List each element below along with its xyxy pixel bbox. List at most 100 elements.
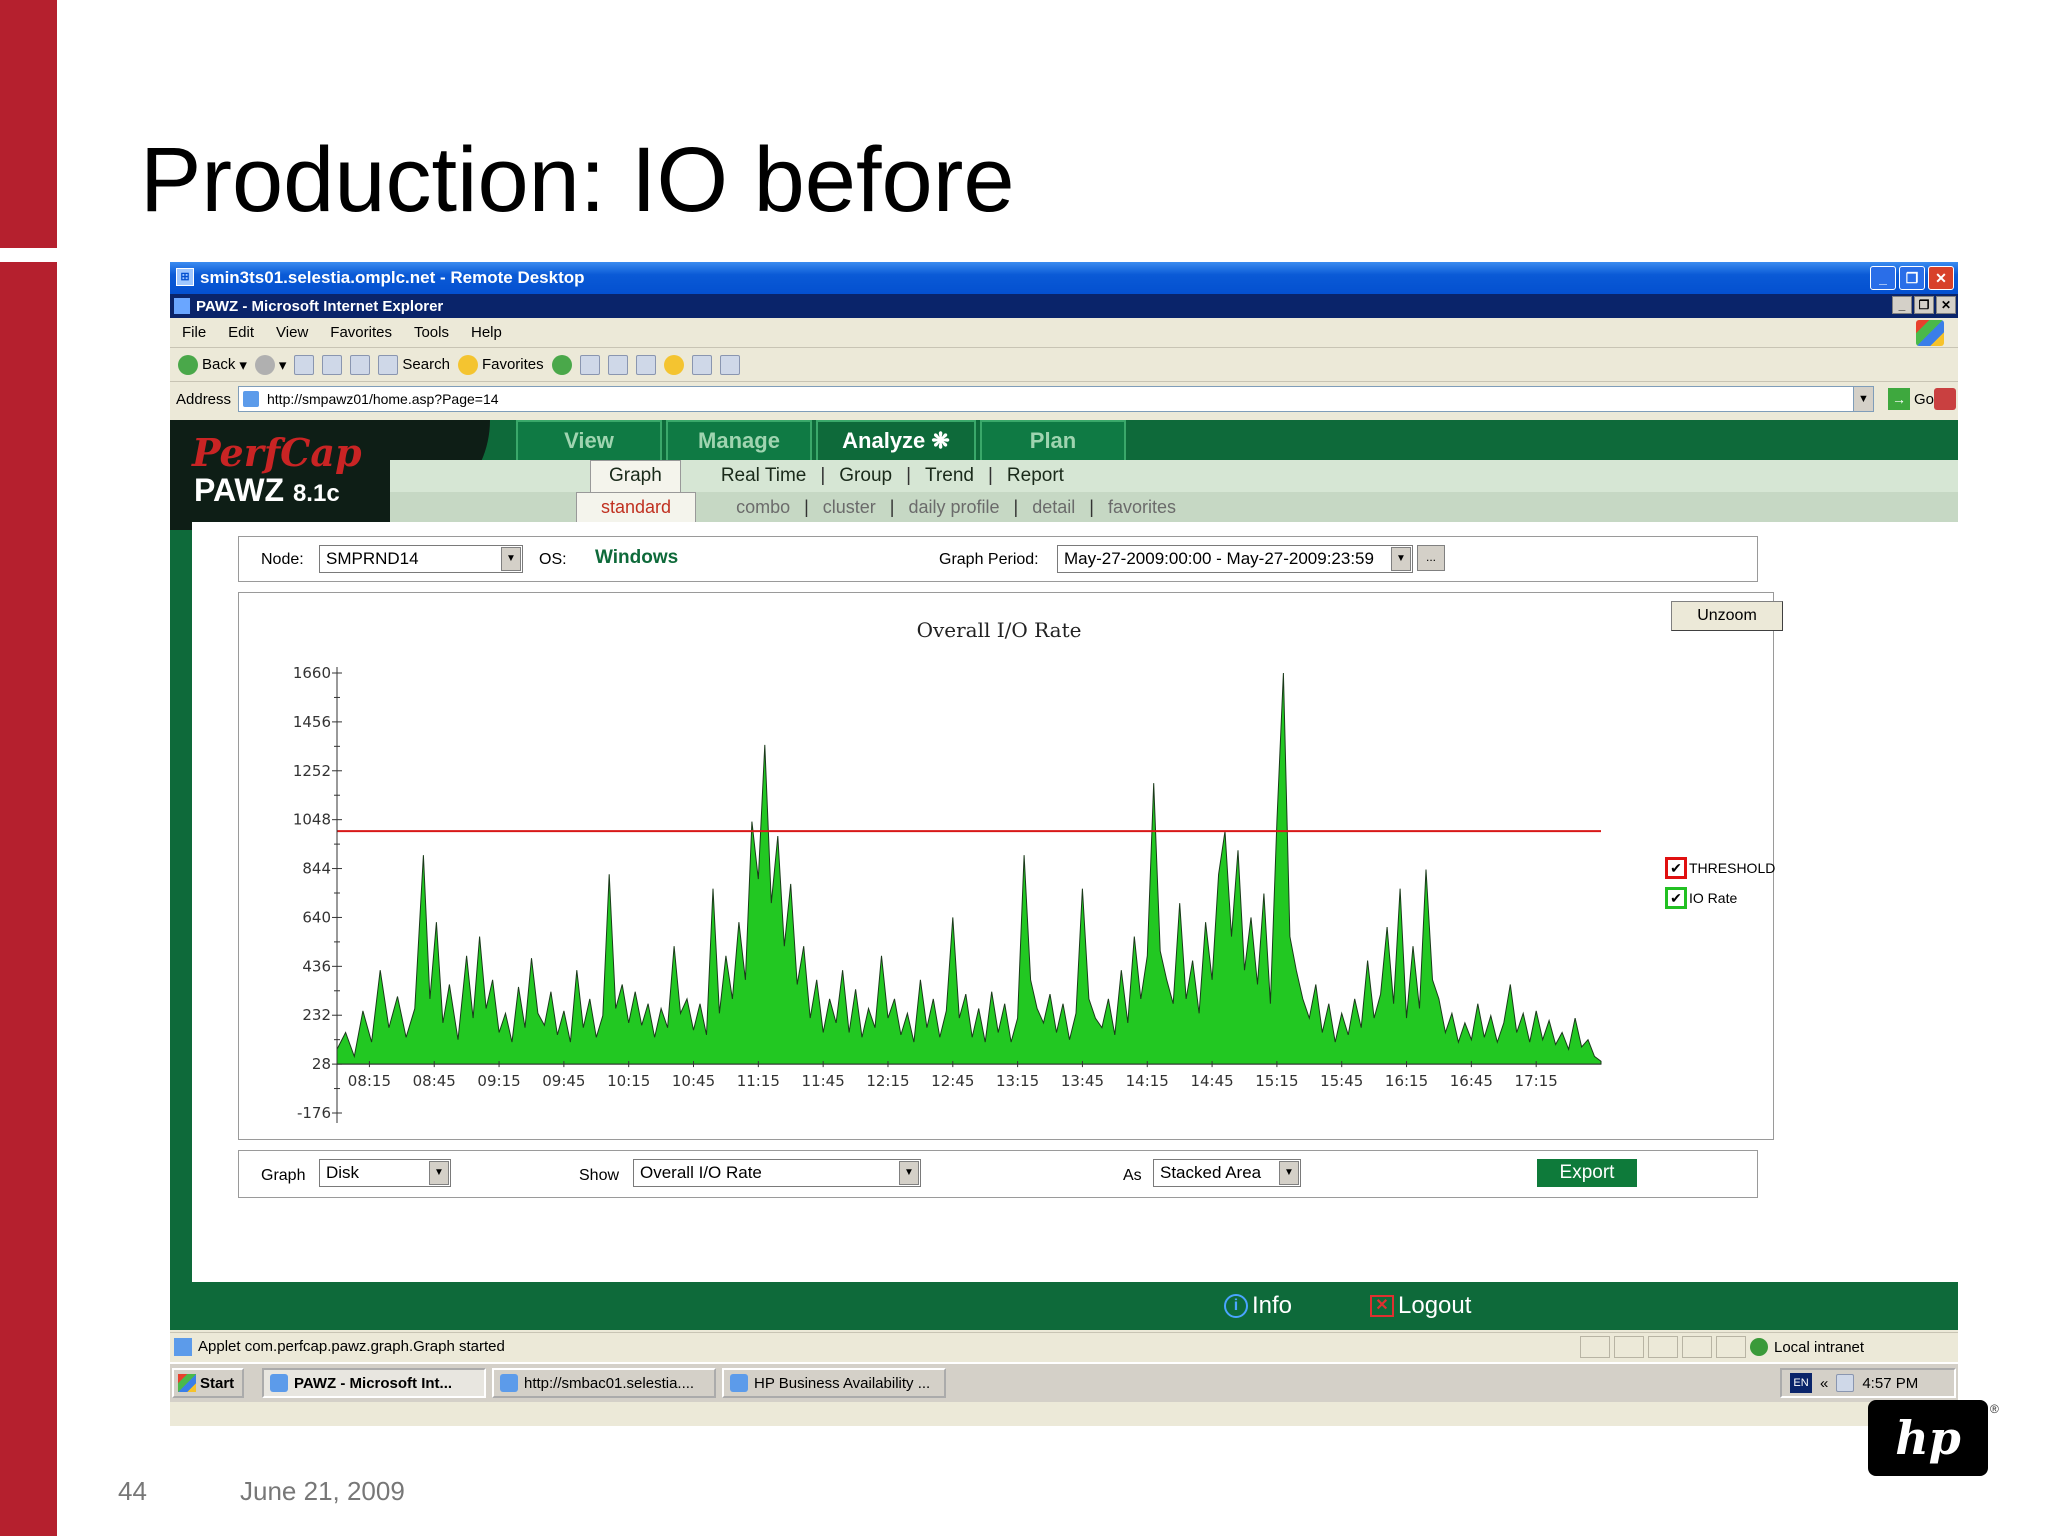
as-select[interactable]: Stacked Area ▼ <box>1153 1159 1301 1187</box>
menu-edit[interactable]: Edit <box>228 324 254 341</box>
subtab-real-time[interactable]: Real Time <box>681 465 821 487</box>
messenger-icon[interactable] <box>719 354 740 375</box>
x-tick-label: 09:15 <box>477 1072 520 1090</box>
ie-minimize-button[interactable]: _ <box>1892 296 1912 314</box>
slide-red-bar-bottom <box>0 262 57 1536</box>
go-button[interactable]: → Go <box>1888 388 1934 410</box>
node-select[interactable]: SMPRND14 ▼ <box>319 545 523 573</box>
forward-dropdown-icon[interactable]: ▾ <box>279 356 287 374</box>
subtab-group[interactable]: Group <box>825 465 906 487</box>
graph-type-select[interactable]: Disk ▼ <box>319 1159 451 1187</box>
io-rate-chart[interactable]: Overall I/O Rate 1660 1456 1252 1048 844 640 43… <box>239 593 1775 1141</box>
remote-desktop-titlebar[interactable]: ⊞ smin3ts01.selestia.omplc.net - Remote … <box>170 262 1958 294</box>
remote-desktop-title: smin3ts01.selestia.omplc.net - Remote De… <box>200 268 585 287</box>
subtab-graph[interactable]: Graph <box>590 460 681 492</box>
ie-icon <box>174 298 190 314</box>
io-rate-checkbox[interactable]: ✔ <box>1665 887 1687 909</box>
intranet-icon <box>1750 1338 1768 1356</box>
legend-threshold-label: THRESHOLD <box>1689 860 1776 876</box>
minimize-button[interactable]: _ <box>1870 266 1896 290</box>
graph-period-more-button[interactable]: ... <box>1417 545 1445 571</box>
menu-file[interactable]: File <box>182 324 206 341</box>
subtab-trend[interactable]: Trend <box>911 465 988 487</box>
status-cell <box>1682 1336 1712 1358</box>
restore-button[interactable]: ❐ <box>1899 266 1925 290</box>
slide-date: June 21, 2009 <box>240 1476 405 1506</box>
x-tick-label: 16:45 <box>1450 1072 1493 1090</box>
logout-link[interactable]: ✕ Logout <box>1370 1292 1471 1320</box>
favorites-button[interactable]: Favorites <box>457 354 544 375</box>
subsubtab-favorites[interactable]: favorites <box>1094 497 1190 518</box>
subsubtab-cluster[interactable]: cluster <box>809 497 890 518</box>
search-button[interactable]: Search <box>378 354 450 375</box>
x-tick-label: 08:15 <box>348 1072 391 1090</box>
subsubtab-daily-profile[interactable]: daily profile <box>894 497 1013 518</box>
close-button[interactable]: ✕ <box>1928 266 1954 290</box>
graph-options-bar: Graph Disk ▼ Show Overall I/O Rate ▼ As … <box>238 1150 1758 1198</box>
legend-io-rate[interactable]: ✔ IO Rate <box>1665 883 1775 913</box>
slide: Production: IO before ⊞ smin3ts01.selest… <box>0 0 2048 1536</box>
taskbar-item-hp-business[interactable]: HP Business Availability ... <box>722 1368 946 1398</box>
tab-manage[interactable]: Manage <box>666 420 812 460</box>
home-icon[interactable] <box>350 354 371 375</box>
logo-product-name: PAWZ <box>194 472 285 508</box>
subsubtab-detail[interactable]: detail <box>1018 497 1089 518</box>
tray-expand-icon[interactable]: « <box>1820 1375 1828 1392</box>
tab-analyze[interactable]: Analyze ❋ <box>816 420 976 460</box>
node-dropdown-icon[interactable]: ▼ <box>501 547 521 571</box>
toolbar-extra-icon[interactable] <box>1934 388 1956 410</box>
back-dropdown-icon[interactable]: ▾ <box>239 356 247 374</box>
x-tick-label: 10:15 <box>607 1072 650 1090</box>
as-dropdown-icon[interactable]: ▼ <box>1279 1161 1299 1185</box>
info-link[interactable]: i Info <box>1224 1292 1292 1320</box>
legend-threshold[interactable]: ✔ THRESHOLD <box>1665 853 1775 883</box>
ie-menubar: File Edit View Favorites Tools Help <box>170 318 1958 348</box>
back-button[interactable]: Back ▾ <box>178 354 247 375</box>
graph-type-dropdown-icon[interactable]: ▼ <box>429 1161 449 1185</box>
subsubtab-combo[interactable]: combo <box>696 497 804 518</box>
unzoom-button[interactable]: Unzoom <box>1671 601 1783 631</box>
ie-titlebar[interactable]: PAWZ - Microsoft Internet Explorer _ ❐ ✕ <box>170 294 1958 318</box>
subsubtab-standard[interactable]: standard <box>576 492 697 522</box>
graph-period-dropdown-icon[interactable]: ▼ <box>1391 547 1411 571</box>
address-input[interactable]: http://smpawz01/home.asp?Page=14 ▼ <box>238 386 1874 412</box>
ie-icon <box>270 1374 288 1392</box>
x-tick-label: 13:45 <box>1061 1072 1104 1090</box>
menu-tools[interactable]: Tools <box>414 324 449 341</box>
windows-taskbar: Start PAWZ - Microsoft Int... http://smb… <box>170 1362 1958 1402</box>
show-select[interactable]: Overall I/O Rate ▼ <box>633 1159 921 1187</box>
mail-icon[interactable] <box>579 354 600 375</box>
research-icon[interactable] <box>691 354 712 375</box>
language-indicator[interactable]: EN <box>1790 1373 1812 1393</box>
edit-word-icon[interactable] <box>635 354 656 375</box>
refresh-icon[interactable] <box>322 354 343 375</box>
show-dropdown-icon[interactable]: ▼ <box>899 1161 919 1185</box>
tab-plan[interactable]: Plan <box>980 420 1126 460</box>
export-button[interactable]: Export <box>1537 1159 1637 1187</box>
threshold-checkbox[interactable]: ✔ <box>1665 857 1687 879</box>
start-button[interactable]: Start <box>172 1368 244 1398</box>
menu-view[interactable]: View <box>276 324 308 341</box>
status-cell <box>1614 1336 1644 1358</box>
address-dropdown-icon[interactable]: ▼ <box>1853 387 1873 411</box>
ie-restore-button[interactable]: ❐ <box>1914 296 1934 314</box>
discuss-icon[interactable] <box>663 354 684 375</box>
forward-button[interactable]: ▾ <box>254 354 287 375</box>
print-icon[interactable] <box>607 354 628 375</box>
tray-network-icon[interactable] <box>1836 1374 1855 1392</box>
ie-close-button[interactable]: ✕ <box>1936 296 1956 314</box>
menu-help[interactable]: Help <box>471 324 502 341</box>
taskbar-item-smbac[interactable]: http://smbac01.selestia.... <box>492 1368 716 1398</box>
subtab-report[interactable]: Report <box>993 465 1078 487</box>
menu-favorites[interactable]: Favorites <box>330 324 392 341</box>
history-icon[interactable] <box>551 354 572 375</box>
ie-title: PAWZ - Microsoft Internet Explorer <box>196 297 444 315</box>
main-tabs: View Manage Analyze ❋ Plan <box>516 420 1126 460</box>
stop-icon[interactable] <box>294 354 315 375</box>
favorites-label: Favorites <box>481 356 544 373</box>
taskbar-item-pawz[interactable]: PAWZ - Microsoft Int... <box>262 1368 486 1398</box>
graph-period-select[interactable]: May-27-2009:00:00 - May-27-2009:23:59 ▼ <box>1057 545 1413 573</box>
legend-io-rate-label: IO Rate <box>1689 890 1738 906</box>
y-tick-label: 28 <box>312 1055 331 1073</box>
tab-view[interactable]: View <box>516 420 662 460</box>
